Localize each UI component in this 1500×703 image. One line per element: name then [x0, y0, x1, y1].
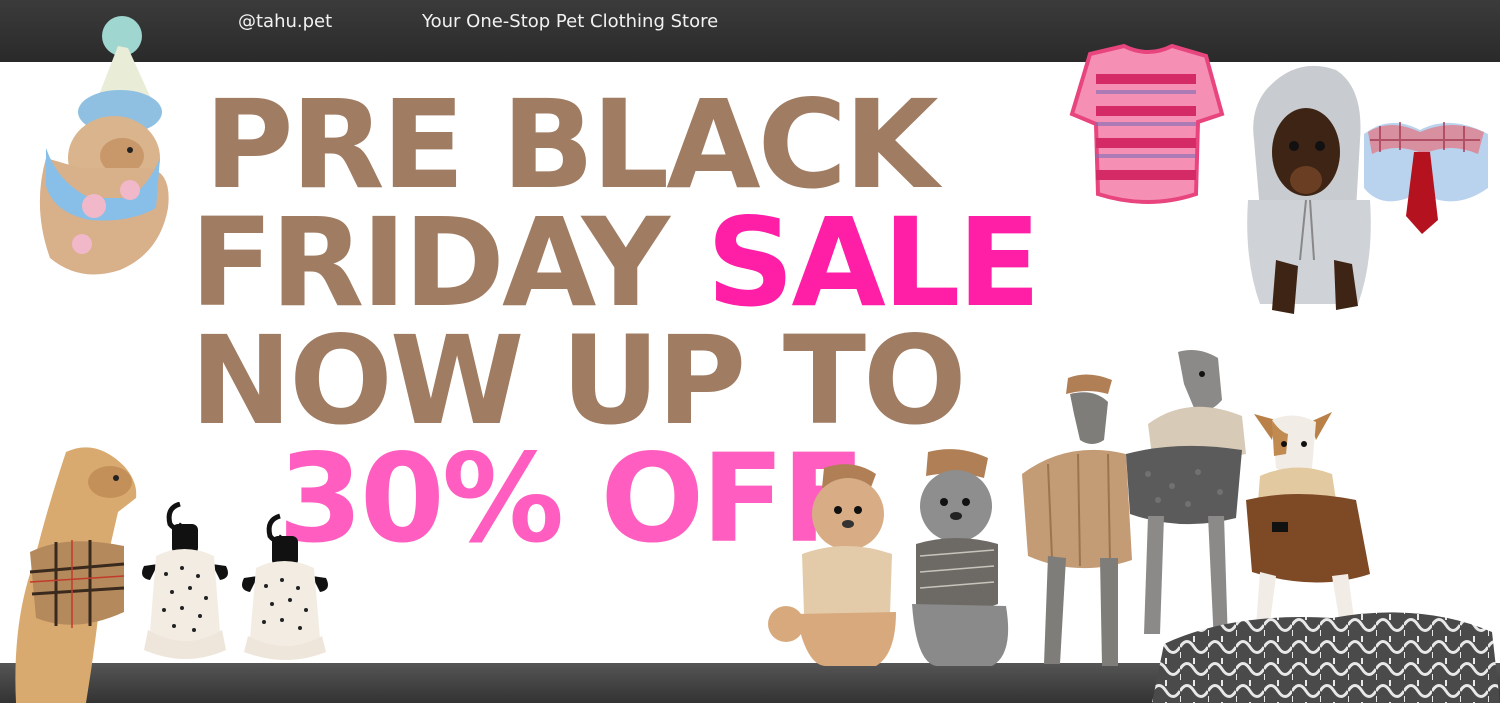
white-dress-on-hanger-icon: [142, 502, 328, 660]
headline-line-2: FRIDAY SALE: [190, 202, 1041, 324]
plaid-collar-with-tie-icon: [1364, 122, 1488, 234]
headline-line-1: PRE BLACK: [204, 74, 938, 216]
pomeranian-in-blue-hat-icon: [39, 16, 169, 275]
headline-line-3: NOW UP TO: [190, 310, 967, 452]
top-bar: @tahu.pet Your One-Stop Pet Clothing Sto…: [0, 0, 1500, 62]
poodles-in-caps-icon: [768, 449, 1009, 666]
store-tagline: Your One-Stop Pet Clothing Store: [422, 11, 719, 32]
pink-knit-sweater-icon: [1069, 44, 1225, 204]
instagram-handle[interactable]: @tahu.pet: [238, 11, 332, 32]
patterned-blanket-icon: [1152, 612, 1500, 703]
afghan-hound-in-plaid-vest-icon: [15, 447, 137, 703]
